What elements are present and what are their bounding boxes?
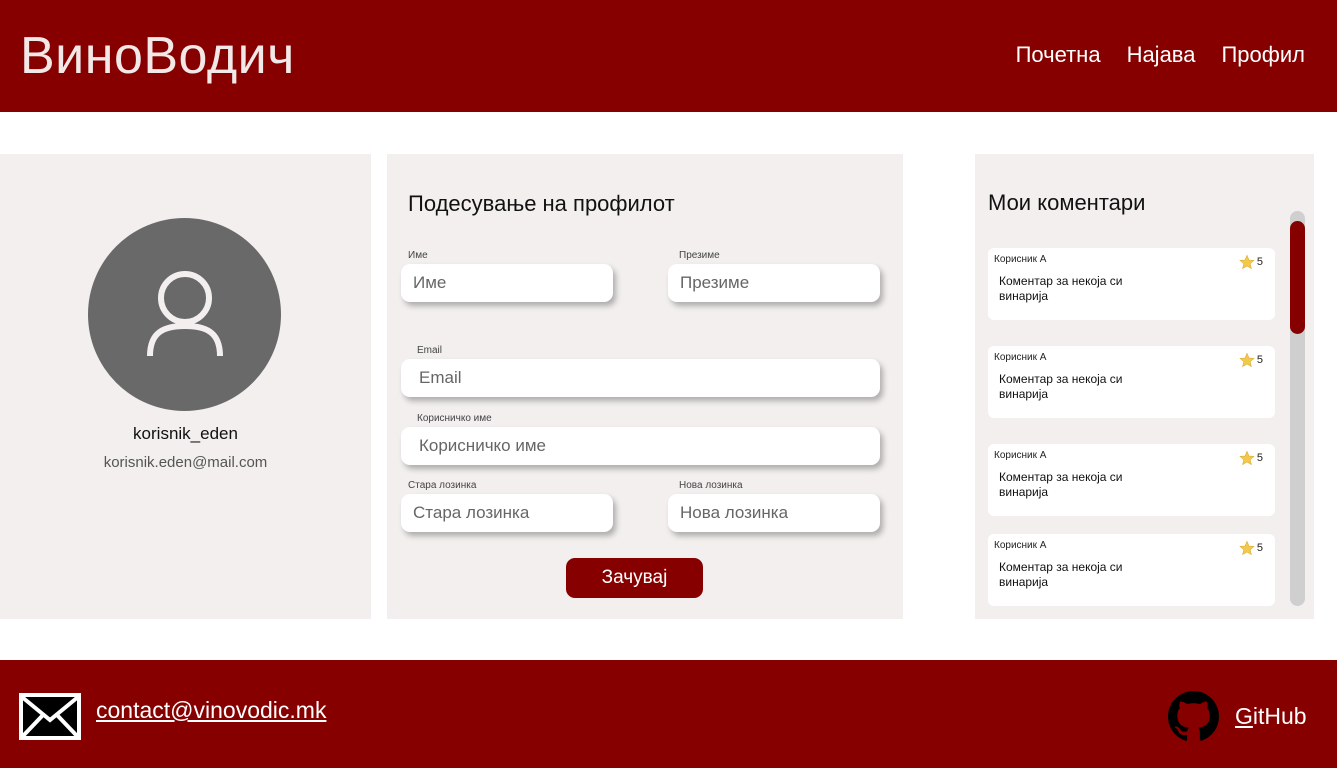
header: ВиноВодич Почетна Најава Профил xyxy=(0,0,1337,112)
my-comments-card: Мои коментари Корисник А 5 Коментар за н… xyxy=(975,154,1314,619)
nav-login[interactable]: Најава xyxy=(1127,42,1196,68)
user-icon xyxy=(147,271,223,357)
github-link[interactable]: GitHub xyxy=(1235,703,1307,730)
old-password-label: Стара лозинка xyxy=(408,480,477,491)
star-icon xyxy=(1239,540,1255,556)
comment-rating: 5 xyxy=(1239,352,1263,368)
nav-profile[interactable]: Профил xyxy=(1221,42,1305,68)
footer: contact@vinovodic.mk GitHub xyxy=(0,660,1337,768)
comment-card[interactable]: Корисник А 5 Коментар за некоја си винар… xyxy=(988,248,1275,320)
comments-scrollbar[interactable] xyxy=(1290,211,1305,606)
comment-rating-value: 5 xyxy=(1256,452,1263,464)
comment-text: Коментар за некоја си винарија xyxy=(999,274,1123,303)
new-password-label: Нова лозинка xyxy=(679,480,743,491)
profile-username: korisnik_eden xyxy=(133,424,238,443)
star-icon xyxy=(1239,254,1255,270)
comments-scrollbar-thumb[interactable] xyxy=(1290,221,1305,334)
star-icon xyxy=(1239,450,1255,466)
save-button[interactable]: Зачувај xyxy=(566,558,703,598)
last-name-label: Презиме xyxy=(679,250,720,261)
comment-author: Корисник А xyxy=(994,540,1047,551)
first-name-input[interactable] xyxy=(401,264,613,302)
nav-home[interactable]: Почетна xyxy=(1016,42,1101,68)
star-icon xyxy=(1239,352,1255,368)
github-link-rest: itHub xyxy=(1252,703,1307,729)
comment-rating: 5 xyxy=(1239,254,1263,270)
username-label: Корисничко име xyxy=(417,413,492,424)
comment-card[interactable]: Корисник А 5 Коментар за некоја си винар… xyxy=(988,444,1275,516)
comment-card[interactable]: Корисник А 5 Коментар за некоја си винар… xyxy=(988,346,1275,418)
username-input[interactable] xyxy=(401,427,880,465)
contact-email-link[interactable]: contact@vinovodic.mk xyxy=(96,697,326,724)
comment-rating: 5 xyxy=(1239,540,1263,556)
settings-title: Подесување на профилот xyxy=(408,191,675,216)
old-password-input[interactable] xyxy=(401,494,613,532)
mail-icon xyxy=(19,693,81,740)
profile-card: korisnik_eden korisnik.eden@mail.com xyxy=(0,154,371,619)
email-label: Email xyxy=(417,345,443,356)
comment-rating: 5 xyxy=(1239,450,1263,466)
site-logo[interactable]: ВиноВодич xyxy=(20,26,295,86)
github-icon[interactable] xyxy=(1168,691,1219,742)
comment-rating-value: 5 xyxy=(1256,354,1263,366)
profile-email: korisnik.eden@mail.com xyxy=(103,454,268,471)
comment-author: Корисник А xyxy=(994,450,1047,461)
comment-author: Корисник А xyxy=(994,254,1047,265)
comments-title: Мои коментари xyxy=(988,190,1146,215)
comment-text: Коментар за некоја си винарија xyxy=(999,470,1123,499)
profile-settings-card: Подесување на профилот Име Презиме Email… xyxy=(387,154,903,619)
github-link-first-letter: G xyxy=(1235,703,1253,729)
new-password-input[interactable] xyxy=(668,494,880,532)
main-nav: Почетна Најава Профил xyxy=(1016,42,1305,68)
comment-rating-value: 5 xyxy=(1256,256,1263,268)
email-input[interactable] xyxy=(401,359,880,397)
comment-author: Корисник А xyxy=(994,352,1047,363)
first-name-label: Име xyxy=(408,250,428,261)
comment-text: Коментар за некоја си винарија xyxy=(999,560,1123,589)
last-name-input[interactable] xyxy=(668,264,880,302)
comment-rating-value: 5 xyxy=(1256,542,1263,554)
comment-card[interactable]: Корисник А 5 Коментар за некоја си винар… xyxy=(988,534,1275,606)
avatar xyxy=(88,218,281,411)
comment-text: Коментар за некоја си винарија xyxy=(999,372,1123,401)
